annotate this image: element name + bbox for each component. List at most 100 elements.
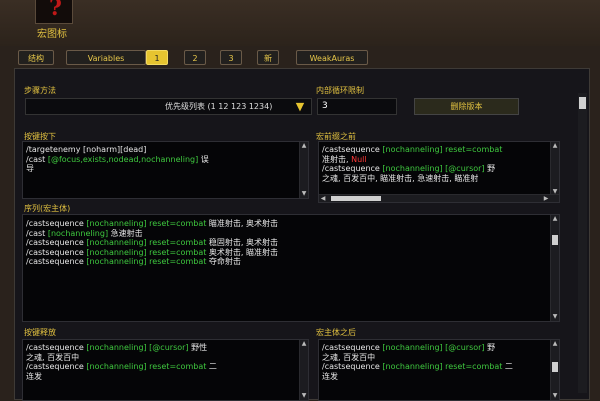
code-line: /cast [@focus,exists,nodead,nochanneling… <box>26 155 298 165</box>
code-token: /castsequence <box>26 343 87 352</box>
code-line: 连发 <box>322 372 549 382</box>
prefix-editor[interactable]: /castsequence [nochanneling] reset=comba… <box>318 141 560 203</box>
code-line: /castsequence [nochanneling] [@cursor] 野… <box>26 343 298 353</box>
prefix-code: /castsequence [nochanneling] reset=comba… <box>322 145 549 183</box>
sequence-editor[interactable]: /castsequence [nochanneling] reset=comba… <box>22 214 560 322</box>
triangle-up-icon[interactable]: ▲ <box>551 340 559 348</box>
code-token: [nochanneling] [@cursor] <box>382 164 485 174</box>
code-line: /castsequence [nochanneling] reset=comba… <box>26 248 549 258</box>
code-line: 之魂, 百发百中 <box>322 353 549 363</box>
suffix-label: 宏主体之后 <box>316 328 356 337</box>
triangle-down-icon[interactable]: ▼ <box>551 313 559 321</box>
code-line: 导 <box>26 164 298 174</box>
code-token: [nochanneling] <box>47 228 109 238</box>
release-editor[interactable]: /castsequence [nochanneling] [@cursor] 野… <box>22 339 309 401</box>
code-token: /castsequence <box>26 247 87 257</box>
code-token: [nochanneling] [@cursor] <box>382 343 485 352</box>
code-token: /castsequence <box>26 219 87 228</box>
tab-1[interactable]: 1 <box>146 50 168 65</box>
tab-bar: 结构 Variables 1 2 3 新 WeakAuras <box>14 48 594 68</box>
sequence-scroll-thumb[interactable] <box>552 235 558 245</box>
macro-icon[interactable]: ? <box>35 0 73 24</box>
code-token: 急速射击 <box>108 228 143 238</box>
code-token: /castsequence <box>322 362 383 372</box>
code-line: /castsequence [nochanneling] reset=comba… <box>26 362 298 372</box>
prefix-horizontal-scroll-thumb[interactable] <box>331 196 381 201</box>
code-token: [nochanneling] reset=combat <box>86 238 207 248</box>
code-token: /castsequence <box>26 238 87 248</box>
header-band <box>0 0 600 46</box>
triangle-up-icon[interactable]: ▲ <box>551 142 559 150</box>
release-label: 按键释放 <box>24 328 56 337</box>
code-token: /castsequence <box>322 343 383 352</box>
question-mark-icon: ? <box>49 0 62 21</box>
triangle-up-icon[interactable]: ▲ <box>300 142 308 150</box>
panel-vertical-scrollbar[interactable] <box>578 93 587 393</box>
delete-version-button[interactable]: 删除版本 <box>414 98 519 115</box>
triangle-up-icon[interactable]: ▲ <box>300 340 308 348</box>
sequence-code: /castsequence [nochanneling] reset=comba… <box>26 219 549 267</box>
code-token: /castsequence <box>26 362 87 372</box>
code-line: /castsequence [nochanneling] [@cursor] 野 <box>322 164 549 174</box>
code-token: 误 <box>198 154 209 164</box>
triangle-down-icon[interactable]: ▼ <box>551 392 559 400</box>
panel-scroll-thumb[interactable] <box>579 97 586 109</box>
code-line: /castsequence [nochanneling] reset=comba… <box>26 257 549 267</box>
code-token: [nochanneling] reset=combat <box>86 219 207 228</box>
suffix-vertical-scrollbar[interactable]: ▲ ▼ <box>550 340 559 400</box>
chevron-down-icon[interactable]: ▼ <box>293 99 307 114</box>
code-token: 夺命射击 <box>206 257 241 267</box>
code-line: 之魂, 百发百中, 瞄准射击, 急速射击, 瞄准射 <box>322 174 549 184</box>
keypress-code: /targetenemy [noharm][dead]/cast [@focus… <box>26 145 298 174</box>
step-method-dropdown[interactable]: 优先级列表 (1 12 123 1234) ▼ <box>25 98 312 115</box>
code-token: [nochanneling] reset=combat <box>86 247 207 257</box>
code-token: 之魂, 百发百中 <box>322 352 376 362</box>
tab-weakauras[interactable]: WeakAuras <box>296 50 368 65</box>
suffix-code: /castsequence [nochanneling] [@cursor] 野… <box>322 343 549 381</box>
inner-loop-input[interactable]: 3 <box>317 98 397 115</box>
code-token: /cast <box>26 154 48 164</box>
code-token: 野 <box>484 164 496 174</box>
code-token: 瞄准射击, 奥术射击 <box>206 219 278 228</box>
code-line: /castsequence [nochanneling] reset=comba… <box>322 362 549 372</box>
code-token: 野 <box>484 343 496 352</box>
keypress-vertical-scrollbar[interactable]: ▲ ▼ <box>299 142 308 198</box>
keypress-editor[interactable]: /targetenemy [noharm][dead]/cast [@focus… <box>22 141 309 199</box>
release-code: /castsequence [nochanneling] [@cursor] 野… <box>26 343 298 381</box>
triangle-right-icon[interactable]: ▶ <box>542 195 550 202</box>
code-token: 二 <box>206 362 217 372</box>
code-token: 连发 <box>26 371 42 381</box>
code-token: /castsequence <box>322 145 383 154</box>
code-token: [nochanneling] reset=combat <box>86 257 207 267</box>
tab-3[interactable]: 3 <box>220 50 242 65</box>
code-token: 之魂, 百发百中, 瞄准射击, 急速射击, 瞄准射 <box>322 173 479 183</box>
triangle-up-icon[interactable]: ▲ <box>551 215 559 223</box>
code-token: [nochanneling] reset=combat <box>86 362 207 372</box>
tab-new[interactable]: 新 <box>257 50 279 65</box>
tab-structure[interactable]: 结构 <box>18 50 54 65</box>
tab-2[interactable]: 2 <box>184 50 206 65</box>
code-line: 之魂, 百发百中 <box>26 353 298 363</box>
code-token: 稳固射击, 奥术射击 <box>206 238 278 248</box>
code-line: /targetenemy [noharm][dead] <box>26 145 298 155</box>
code-token: /targetenemy [noharm][dead] <box>26 145 147 154</box>
code-token: /castsequence <box>322 164 383 174</box>
code-token: /castsequence <box>26 257 87 267</box>
suffix-editor[interactable]: /castsequence [nochanneling] [@cursor] 野… <box>318 339 560 401</box>
code-token: 连发 <box>322 371 338 381</box>
tab-variables[interactable]: Variables <box>66 50 146 65</box>
sequence-label: 序列(宏主体) <box>24 204 71 213</box>
triangle-left-icon[interactable]: ◀ <box>319 195 327 202</box>
code-token: 准射击, <box>322 154 352 164</box>
prefix-vertical-scrollbar[interactable]: ▲ ▼ <box>550 142 559 196</box>
triangle-down-icon[interactable]: ▼ <box>300 392 308 400</box>
sequence-vertical-scrollbar[interactable]: ▲ ▼ <box>550 215 559 321</box>
code-token: [nochanneling] reset=combat <box>382 362 503 372</box>
release-vertical-scrollbar[interactable]: ▲ ▼ <box>299 340 308 400</box>
inner-loop-label: 内部循环限制 <box>316 86 364 95</box>
prefix-horizontal-scrollbar[interactable]: ◀ ▶ <box>319 194 559 202</box>
triangle-down-icon[interactable]: ▼ <box>300 190 308 198</box>
step-method-label: 步骤方法 <box>24 86 56 95</box>
code-token: /cast <box>26 228 48 238</box>
suffix-scroll-thumb[interactable] <box>552 362 558 372</box>
